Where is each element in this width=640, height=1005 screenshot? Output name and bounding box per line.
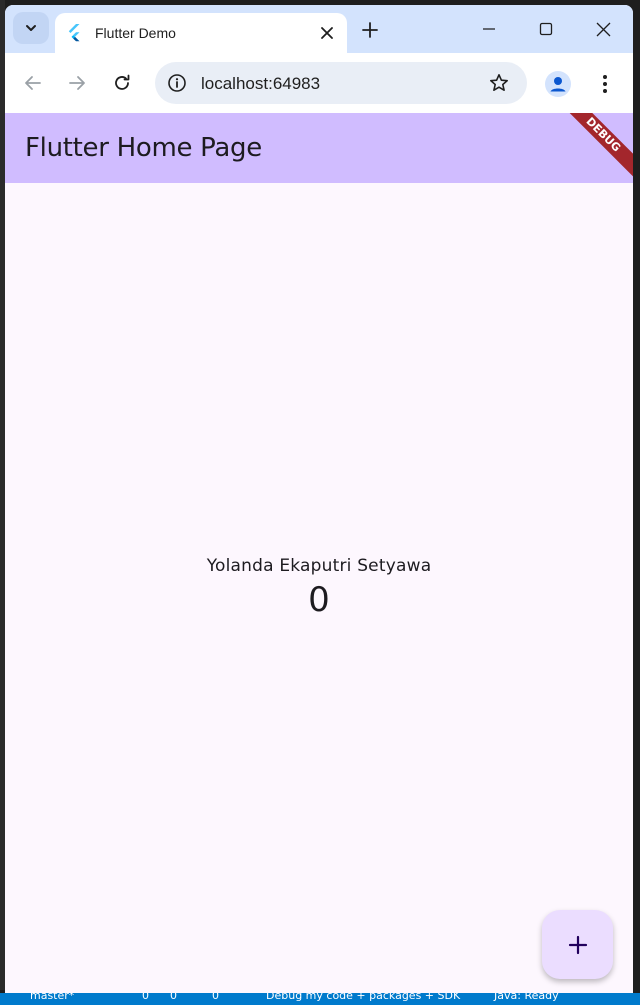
app-bar: Flutter Home Page [5,113,633,183]
profile-button[interactable] [545,71,571,97]
status-branch[interactable]: master* [30,993,74,1002]
status-ports[interactable]: 0 [212,993,219,1002]
name-text: Yolanda Ekaputri Setyawa [206,556,432,576]
forward-button[interactable] [61,67,93,99]
new-tab-button[interactable] [355,15,385,45]
status-problems[interactable]: 0 [142,993,149,1002]
status-warnings[interactable]: 0 [170,993,177,1002]
status-debug[interactable]: Debug my code + packages + SDK [266,993,460,1002]
kebab-menu-icon [603,75,607,93]
arrow-right-icon [69,76,85,90]
info-icon [168,74,186,92]
url-text[interactable]: localhost:64983 [201,74,320,94]
reload-button[interactable] [106,67,138,99]
close-icon [321,27,333,39]
main-content: Yolanda Ekaputri Setyawa 0 [5,556,633,620]
plus-icon [568,935,587,954]
minimize-button[interactable] [466,9,512,49]
minimize-icon [483,28,495,30]
tab-search-button[interactable] [13,12,49,44]
tab-title: Flutter Demo [95,25,176,41]
vscode-status-bar: master* 0 0 0 Debug my code + packages +… [0,993,640,1005]
back-button[interactable] [17,67,49,99]
browser-toolbar: localhost:64983 [5,53,633,113]
increment-fab-button[interactable] [542,910,613,979]
site-info-button[interactable] [163,69,191,97]
active-tab[interactable]: Flutter Demo [55,13,347,53]
browser-menu-button[interactable] [593,69,617,99]
arrow-left-icon [25,76,41,90]
close-icon [596,22,610,36]
star-icon [490,74,508,91]
chrome-window: Flutter Demo localhost:64983 Flutter Hom… [5,5,633,993]
status-java[interactable]: Java: Ready [494,993,559,1002]
tab-close-button[interactable] [317,23,337,43]
bookmark-button[interactable] [487,71,511,95]
address-bar[interactable]: localhost:64983 [155,62,527,104]
flutter-app-viewport: Flutter Home Page DEBUG Yolanda Ekaputri… [5,113,633,993]
flutter-logo-icon [68,24,80,42]
reload-icon [115,74,130,90]
page-title: Flutter Home Page [25,133,262,163]
chevron-down-icon [26,25,36,31]
window-close-button[interactable] [580,9,626,49]
profile-icon [550,77,566,92]
maximize-icon [539,22,553,36]
maximize-button[interactable] [523,9,569,49]
tab-strip: Flutter Demo [5,5,633,53]
plus-icon [362,22,378,38]
counter-value: 0 [308,580,330,620]
